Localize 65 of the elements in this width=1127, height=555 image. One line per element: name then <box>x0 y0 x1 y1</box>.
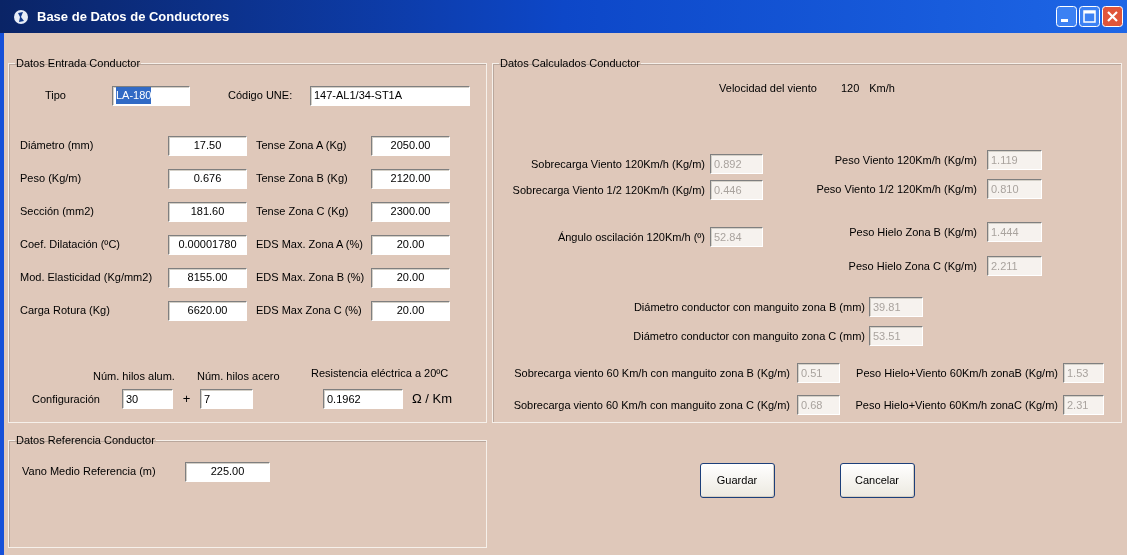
field-label: Vano Medio Referencia (m) <box>22 464 157 480</box>
window-title: Base de Datos de Conductores <box>37 7 230 26</box>
field-label: EDS Max Zona C (%) <box>256 303 363 319</box>
field-label: Resistencia eléctrica a 20ºC <box>311 365 449 381</box>
plus-sign: + <box>181 390 192 409</box>
field-label: EDS Max. Zona B (%) <box>256 270 366 286</box>
field-label: Tipo <box>45 88 67 104</box>
input-field[interactable]: 147-AL1/34-ST1A <box>310 85 470 106</box>
group-title: Datos Entrada Conductor <box>15 56 142 71</box>
input-field[interactable]: 181.60 <box>168 201 247 222</box>
field-label: Código UNE: <box>228 88 294 104</box>
field-label: Tense Zona C (Kg) <box>256 204 350 220</box>
input-field[interactable]: 2050.00 <box>371 135 450 156</box>
field-label: Diámetro (mm) <box>20 138 95 154</box>
field-label: Ω / Km <box>412 390 453 409</box>
field-label: Sobrecarga viento 60 Km/h con manguito zona B (Kg/m) <box>514 365 790 381</box>
field-label: Carga Rotura (Kg) <box>20 303 111 319</box>
maximize-icon[interactable] <box>1079 6 1100 27</box>
input-field[interactable]: 6620.00 <box>168 300 247 321</box>
field-label: Peso Hielo+Viento 60Km/h zonaB (Kg/m) <box>856 365 1058 381</box>
field-label: Ángulo oscilación 120Km/h (º) <box>557 229 705 245</box>
field-label: Tense Zona B (Kg) <box>256 171 349 187</box>
field-label: Peso Hielo Zona C (Kg/m) <box>848 258 977 274</box>
field-label: Peso Hielo+Viento 60Km/h zonaC (Kg/m) <box>855 397 1058 413</box>
field-label: Sobrecarga viento 60 Km/h con manguito zona C (Kg/m) <box>513 397 790 413</box>
field-label: Peso Viento 1/2 120Km/h (Kg/m) <box>816 181 977 197</box>
field-label: Velocidad del viento <box>719 80 817 96</box>
field-label: 120 <box>840 80 860 96</box>
input-field[interactable]: 20.00 <box>371 300 450 321</box>
field-label: Diámetro conductor con manguito zona C (mm) <box>633 328 865 344</box>
field-label: Peso Hielo Zona B (Kg/m) <box>849 224 977 240</box>
input-field[interactable]: 2300.00 <box>371 201 450 222</box>
field-label: Tense Zona A (Kg) <box>256 138 348 154</box>
input-field[interactable]: 0.00001780 <box>168 234 247 255</box>
field-label: Sección (mm2) <box>20 204 95 220</box>
input-field[interactable]: 20.00 <box>371 267 450 288</box>
input-field[interactable]: 0.676 <box>168 168 247 189</box>
input-field[interactable]: 7 <box>200 389 253 409</box>
minimize-icon[interactable] <box>1056 6 1077 27</box>
input-field[interactable]: 2120.00 <box>371 168 450 189</box>
app-icon <box>13 8 29 25</box>
field-label: Sobrecarga Viento 120Km/h (Kg/m) <box>530 156 705 172</box>
field-label: Peso (Kg/m) <box>20 171 83 187</box>
input-field[interactable]: 17.50 <box>168 135 247 156</box>
input-field[interactable]: 225.00 <box>185 461 270 482</box>
field-label: Peso Viento 120Km/h (Kg/m) <box>834 152 977 168</box>
input-field[interactable]: LA-180 <box>112 85 190 106</box>
input-field[interactable]: 8155.00 <box>168 267 247 288</box>
field-label: Núm. hilos alum. <box>93 368 176 384</box>
field-label: Sobrecarga Viento 1/2 120Km/h (Kg/m) <box>512 182 705 198</box>
input-field[interactable]: 20.00 <box>371 234 450 255</box>
field-label: Coef. Dilatación (ºC) <box>20 237 121 253</box>
field-label: Mod. Elasticidad (Kg/mm2) <box>20 270 154 286</box>
field-label: Km/h <box>869 80 895 96</box>
field-label: Configuración <box>32 391 101 407</box>
group-title: Datos Calculados Conductor <box>499 56 642 71</box>
save-button[interactable]: Guardar <box>699 463 775 498</box>
field-label: Diámetro conductor con manguito zona B (mm) <box>633 299 865 315</box>
field-label: Núm. hilos acero <box>197 368 281 384</box>
input-field[interactable]: 0.1962 <box>323 389 403 409</box>
input-field[interactable]: 30 <box>122 389 173 409</box>
field-label: EDS Max. Zona A (%) <box>256 237 364 253</box>
close-icon[interactable] <box>1102 6 1123 27</box>
group-title: Datos Referencia Conductor <box>15 433 156 448</box>
cancel-button[interactable]: Cancelar <box>839 463 915 498</box>
